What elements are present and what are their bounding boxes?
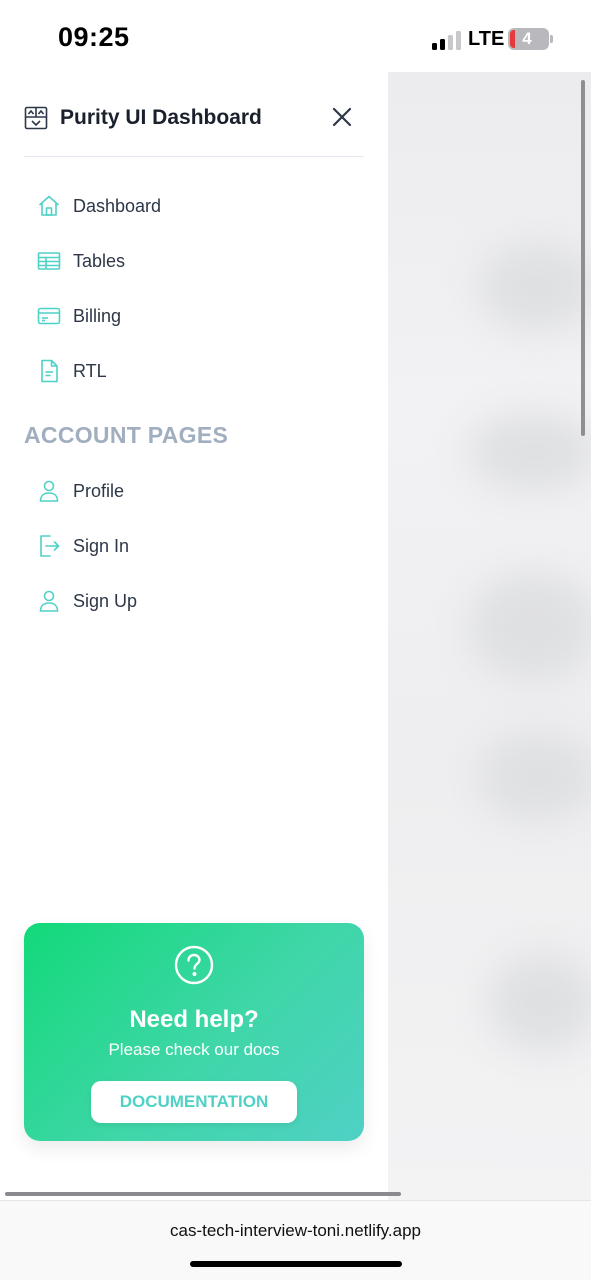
sign-in-icon <box>36 533 62 559</box>
status-time: 09:25 <box>58 22 130 52</box>
documentation-button[interactable]: DOCUMENTATION <box>91 1081 297 1123</box>
sidebar-drawer: Purity UI Dashboard Dashboard Tables Bil… <box>0 72 388 1200</box>
battery-icon: 4 <box>508 28 553 50</box>
sidebar-item-sign-up[interactable]: Sign Up <box>24 579 364 623</box>
sidebar-item-dashboard[interactable]: Dashboard <box>24 184 364 228</box>
battery-level: 4 <box>522 29 532 48</box>
help-subtitle: Please check our docs <box>108 1040 280 1059</box>
table-icon <box>36 248 62 274</box>
url-text[interactable]: cas-tech-interview-toni.netlify.app <box>0 1221 591 1241</box>
brand-title: Purity UI Dashboard <box>60 106 262 129</box>
close-icon[interactable] <box>330 105 354 129</box>
divider <box>24 156 364 157</box>
sidebar-item-label: RTL <box>73 360 107 381</box>
sidebar-item-label: Dashboard <box>73 195 162 216</box>
sidebar-item-label: Profile <box>73 480 125 501</box>
page-backdrop[interactable] <box>388 72 591 1200</box>
home-icon <box>36 193 62 219</box>
sidebar-item-label: Billing <box>73 305 122 326</box>
sidebar-item-billing[interactable]: Billing <box>24 294 364 338</box>
person-icon <box>36 478 62 504</box>
section-title-account-pages: ACCOUNT PAGES <box>24 422 229 448</box>
document-icon <box>36 358 62 384</box>
logo-icon <box>24 106 48 130</box>
sidebar-item-sign-in[interactable]: Sign In <box>24 524 364 568</box>
question-icon <box>174 945 214 985</box>
brand: Purity UI Dashboard <box>24 104 262 132</box>
sidebar-item-profile[interactable]: Profile <box>24 469 364 513</box>
page-load-progress <box>5 1192 401 1196</box>
help-title: Need help? <box>129 1006 259 1033</box>
help-card: Need help? Please check our docs DOCUMEN… <box>24 923 364 1141</box>
credit-card-icon <box>36 303 62 329</box>
network-type: LTE <box>468 28 505 50</box>
sidebar-item-label: Sign In <box>73 535 130 556</box>
status-bar: 09:25 LTE 4 <box>0 0 591 72</box>
sidebar-item-label: Tables <box>73 250 126 271</box>
person-icon <box>36 588 62 614</box>
sidebar-item-rtl[interactable]: RTL <box>24 349 364 393</box>
sidebar-item-tables[interactable]: Tables <box>24 239 364 283</box>
page-scrollbar[interactable] <box>581 80 585 436</box>
sidebar-item-label: Sign Up <box>73 590 138 611</box>
home-indicator[interactable] <box>190 1261 402 1267</box>
cellular-signal-icon <box>432 30 462 50</box>
browser-address-bar[interactable]: cas-tech-interview-toni.netlify.app <box>0 1200 591 1280</box>
